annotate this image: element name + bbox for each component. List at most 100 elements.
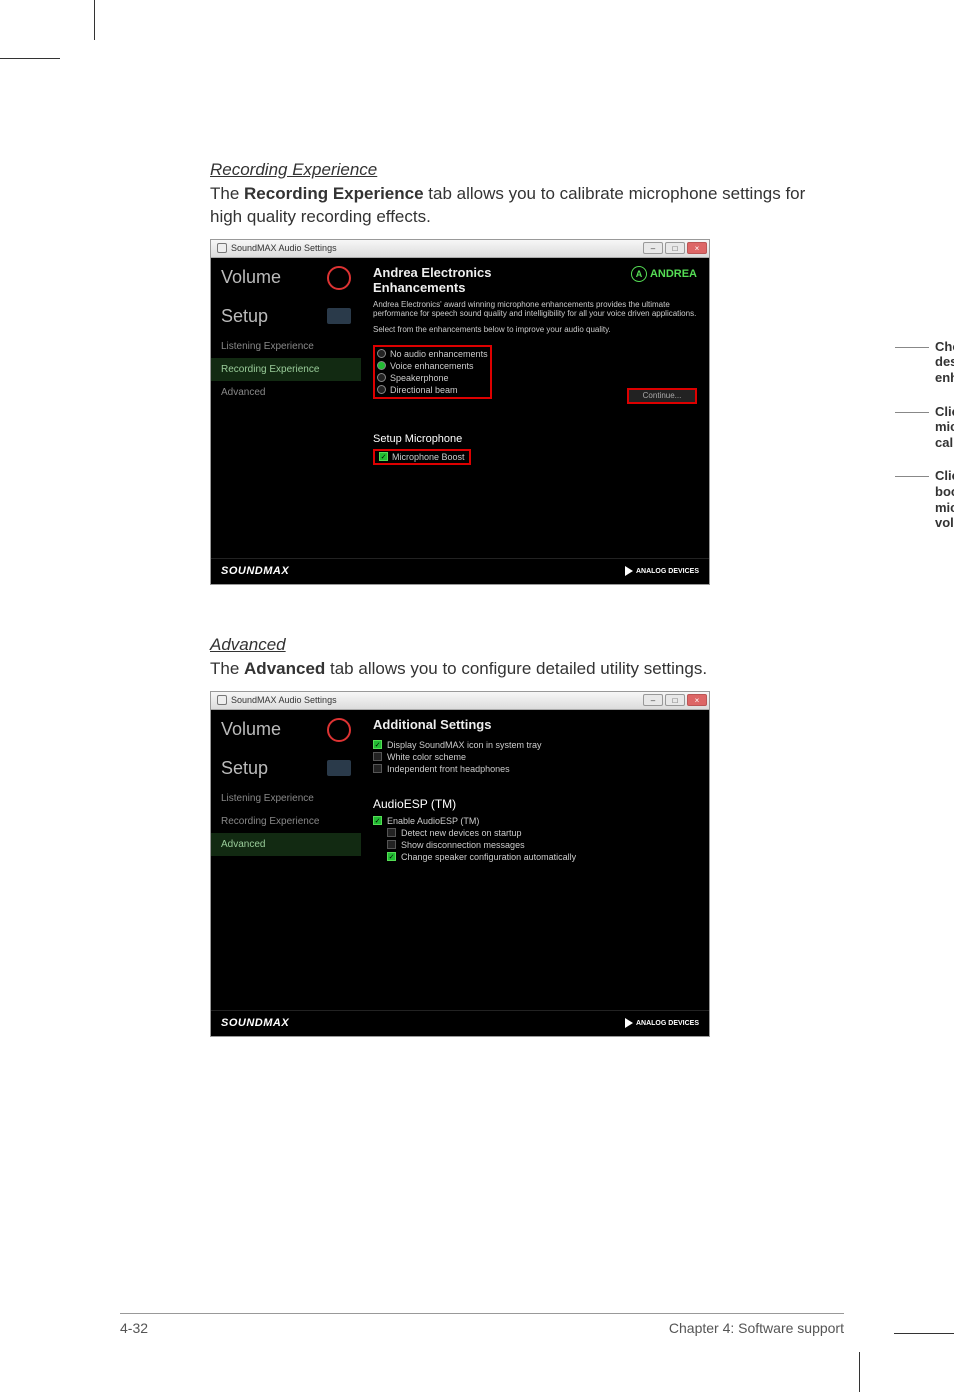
radio-icon — [377, 373, 386, 382]
sidebar-item-recording[interactable]: Recording Experience — [211, 810, 361, 833]
window-footer: SOUNDMAX ANALOG DEVICES — [211, 558, 709, 584]
soundmax-window-advanced: SoundMAX Audio Settings – □ × Volume Set… — [210, 691, 710, 1037]
section-heading-recording: Recording Experience — [210, 160, 834, 180]
sidebar-item-volume[interactable]: Volume — [211, 710, 361, 750]
content-pane: Additional Settings ✓ Display SoundMAX ic… — [361, 710, 709, 1010]
window-title: SoundMAX Audio Settings — [231, 695, 337, 705]
radio-icon — [377, 385, 386, 394]
minimize-button[interactable]: – — [643, 242, 663, 254]
radio-directional-beam[interactable]: Directional beam — [377, 384, 488, 396]
app-icon — [217, 243, 227, 253]
sidebar-label: Setup — [221, 758, 268, 779]
window-title: SoundMAX Audio Settings — [231, 243, 337, 253]
checkbox-icon: ✓ — [387, 852, 396, 861]
window-controls: – □ × — [643, 694, 707, 706]
soundmax-window-recording: SoundMAX Audio Settings – □ × Volume Set… — [210, 239, 710, 585]
app-icon — [217, 695, 227, 705]
checkbox-enable-audioesp[interactable]: ✓Enable AudioESP (TM) — [373, 815, 697, 827]
desc-text: The — [210, 659, 244, 678]
sidebar-item-volume[interactable]: Volume — [211, 258, 361, 298]
sidebar-item-listening[interactable]: Listening Experience — [211, 787, 361, 810]
checkbox-white-scheme[interactable]: White color scheme — [373, 751, 697, 763]
sidebar-item-setup[interactable]: Setup — [211, 298, 361, 335]
analog-devices-logo: ANALOG DEVICES — [625, 566, 699, 576]
chapter-label: Chapter 4: Software support — [669, 1320, 844, 1336]
checkbox-label: Display SoundMAX icon in system tray — [387, 740, 542, 750]
option-label: Speakerphone — [390, 373, 449, 383]
crop-mark — [859, 1352, 860, 1392]
desc-text: The — [210, 184, 244, 203]
sidebar-label: Volume — [221, 719, 281, 740]
option-label: Directional beam — [390, 385, 458, 395]
andrea-logo: ANDREA — [631, 266, 697, 282]
checkbox-icon — [373, 764, 382, 773]
checkbox-icon: ✓ — [373, 740, 382, 749]
content-subtext-1: Andrea Electronics' award winning microp… — [373, 300, 697, 319]
checkbox-label: Change speaker configuration automatical… — [401, 852, 576, 862]
crop-mark — [0, 58, 60, 59]
option-label: No audio enhancements — [390, 349, 488, 359]
desc-bold: Advanced — [244, 659, 325, 678]
checkbox-icon: ✓ — [379, 452, 388, 461]
section-heading-advanced: Advanced — [210, 635, 834, 655]
minimize-button[interactable]: – — [643, 694, 663, 706]
sidebar-label: Setup — [221, 306, 268, 327]
analog-devices-logo: ANALOG DEVICES — [625, 1018, 699, 1028]
checkbox-show-disconnect[interactable]: Show disconnection messages — [387, 839, 697, 851]
radio-speakerphone[interactable]: Speakerphone — [377, 372, 488, 384]
section-desc-advanced: The Advanced tab allows you to configure… — [210, 658, 834, 681]
radio-icon-selected — [377, 361, 386, 370]
callout-enhancement: Choose a desired enhancement — [935, 339, 954, 386]
callout-calibration: Click to start microphone calibration — [935, 404, 954, 451]
titlebar: SoundMAX Audio Settings – □ × — [211, 240, 709, 258]
soundmax-logo: SOUNDMAX — [221, 1017, 289, 1029]
content-pane: Andrea Electronics Enhancements ANDREA A… — [361, 258, 709, 558]
window-controls: – □ × — [643, 242, 707, 254]
checkbox-label: White color scheme — [387, 752, 466, 762]
checkbox-label: Detect new devices on startup — [401, 828, 522, 838]
checkbox-change-speaker[interactable]: ✓ Change speaker configuration automatica… — [387, 851, 697, 863]
option-label: Voice enhancements — [390, 361, 474, 371]
checkbox-icon — [387, 840, 396, 849]
page-number: 4-32 — [120, 1320, 148, 1336]
content-title-line2: Enhancements — [373, 281, 492, 296]
sidebar-item-advanced[interactable]: Advanced — [211, 381, 361, 404]
callout-boost: Click to boost microphone volume — [935, 468, 954, 530]
sidebar-item-advanced[interactable]: Advanced — [211, 833, 361, 856]
checkbox-label: Show disconnection messages — [401, 840, 525, 850]
sidebar-label: Volume — [221, 267, 281, 288]
sidebar-item-recording[interactable]: Recording Experience — [211, 358, 361, 381]
checkbox-label: Microphone Boost — [392, 452, 465, 462]
maximize-button[interactable]: □ — [665, 694, 685, 706]
sidebar: Volume Setup Listening Experience Record… — [211, 710, 361, 1010]
microphone-boost-checkbox[interactable]: ✓ Microphone Boost — [373, 449, 471, 465]
checkbox-icon — [373, 752, 382, 761]
checkbox-detect-new[interactable]: Detect new devices on startup — [387, 827, 697, 839]
close-button[interactable]: × — [687, 694, 707, 706]
radio-no-enhancements[interactable]: No audio enhancements — [377, 348, 488, 360]
continue-button[interactable]: Continue... — [627, 388, 697, 404]
maximize-button[interactable]: □ — [665, 242, 685, 254]
audioesp-heading: AudioESP (TM) — [373, 797, 697, 811]
desc-bold: Recording Experience — [244, 184, 424, 203]
checkbox-display-tray[interactable]: ✓ Display SoundMAX icon in system tray — [373, 739, 697, 751]
content-subtext-2: Select from the enhancements below to im… — [373, 325, 697, 335]
desc-text: tab allows you to configure detailed uti… — [325, 659, 707, 678]
checkbox-label: Enable AudioESP (TM) — [387, 816, 479, 826]
close-button[interactable]: × — [687, 242, 707, 254]
radio-voice-enhancements[interactable]: Voice enhancements — [377, 360, 488, 372]
content-title-line1: Andrea Electronics — [373, 266, 492, 281]
page-footer: 4-32 Chapter 4: Software support — [120, 1313, 844, 1336]
titlebar: SoundMAX Audio Settings – □ × — [211, 692, 709, 710]
checkbox-front-headphones[interactable]: Independent front headphones — [373, 763, 697, 775]
sidebar-item-listening[interactable]: Listening Experience — [211, 335, 361, 358]
setup-microphone-heading: Setup Microphone — [373, 433, 697, 445]
additional-settings-heading: Additional Settings — [373, 718, 697, 733]
radio-icon — [377, 349, 386, 358]
window-footer: SOUNDMAX ANALOG DEVICES — [211, 1010, 709, 1036]
checkbox-label: Independent front headphones — [387, 764, 510, 774]
checkbox-icon — [387, 828, 396, 837]
soundmax-logo: SOUNDMAX — [221, 565, 289, 577]
sidebar-item-setup[interactable]: Setup — [211, 750, 361, 787]
crop-mark — [94, 0, 95, 40]
